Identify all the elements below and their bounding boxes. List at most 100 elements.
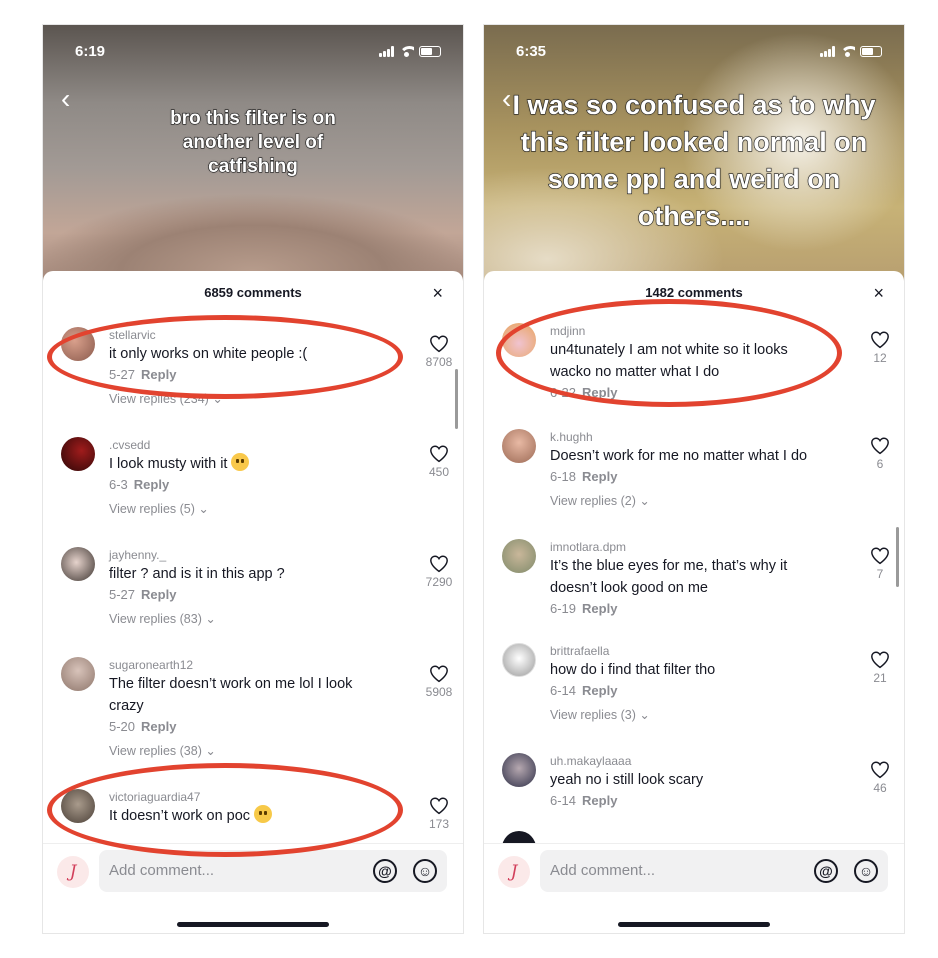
reply-button[interactable]: Reply (141, 719, 176, 734)
video-background[interactable]: 6:35 ‹ I was so confused as to why this … (484, 25, 904, 285)
like-count: 450 (428, 465, 450, 479)
comments-sheet: 6859 comments × stellarvic it only works… (43, 271, 463, 933)
view-replies-button[interactable]: View replies (38) ⌄ (109, 739, 383, 763)
avatar[interactable] (502, 429, 536, 463)
like-button[interactable]: 173 (421, 797, 457, 832)
comment-item: k.hughh Doesn’t work for me no matter wh… (484, 429, 904, 513)
upside-down-emoji-icon (254, 805, 273, 823)
add-comment-placeholder: Add comment... (109, 862, 215, 879)
video-caption: bro this filter is on another level of c… (170, 107, 337, 177)
like-button[interactable]: 7290 (421, 555, 457, 590)
view-replies-button[interactable]: View replies (2) ⌄ (550, 489, 824, 513)
video-caption: I was so confused as to why this filter … (512, 89, 876, 231)
like-count: 46 (873, 781, 887, 795)
reply-button[interactable]: Reply (582, 601, 617, 616)
like-button[interactable]: 5908 (421, 665, 457, 700)
comment-item: .cvsedd I look musty with it 6-3 Reply Vi… (43, 437, 463, 521)
heart-icon (430, 665, 448, 683)
avatar[interactable] (502, 539, 536, 573)
like-button[interactable]: 8708 (421, 335, 457, 370)
comment-item: jayhenny._ filter ? and is it in this ap… (43, 547, 463, 631)
comment-date: 6-14 (550, 793, 577, 808)
like-button[interactable]: 7 (862, 547, 898, 582)
comment-item: victoriaguardia47 It doesn’t work on poc… (43, 789, 463, 831)
battery-icon (860, 46, 882, 57)
view-replies-button[interactable]: View replies (3) ⌄ (550, 703, 824, 727)
comments-list[interactable]: mdjinn un4tunately I am not white so it … (484, 315, 904, 843)
comment-date: 6-22 (550, 385, 577, 400)
avatar[interactable] (502, 643, 536, 677)
comment-username[interactable]: victoriaguardia47 (109, 789, 383, 805)
comment-username[interactable]: mdjinn (550, 323, 824, 339)
comment-username[interactable]: jayhenny._ (109, 547, 383, 563)
home-indicator (177, 922, 329, 927)
crying-emoji-icon (231, 453, 250, 471)
avatar[interactable] (61, 547, 95, 581)
status-bar: 6:19 (43, 43, 463, 63)
close-icon[interactable]: × (873, 271, 884, 315)
like-count: 7 (876, 567, 884, 581)
avatar[interactable] (502, 831, 536, 843)
like-button[interactable]: 12 (862, 331, 898, 366)
comment-date: 6-18 (550, 469, 577, 484)
comment-item: stellarvic it only works on white people… (43, 327, 463, 411)
add-comment-input[interactable]: Add comment... @ ☺ (99, 850, 447, 892)
heart-icon (430, 797, 448, 815)
close-icon[interactable]: × (432, 271, 443, 315)
reply-button[interactable]: Reply (141, 367, 176, 382)
like-button[interactable]: 21 (862, 651, 898, 686)
signal-icon (379, 46, 394, 57)
comment-username[interactable]: uh.makaylaaaa (550, 753, 824, 769)
add-comment-input[interactable]: Add comment... @ ☺ (540, 850, 888, 892)
comment-username[interactable]: imnotlara.dpm (550, 539, 824, 555)
avatar[interactable] (502, 323, 536, 357)
reply-button[interactable]: Reply (141, 587, 176, 602)
avatar[interactable] (61, 789, 95, 823)
avatar[interactable] (61, 437, 95, 471)
status-bar: 6:35 (484, 43, 904, 63)
comments-list[interactable]: stellarvic it only works on white people… (43, 315, 463, 843)
comment-username[interactable]: brittrafaella (550, 643, 824, 659)
view-replies-button[interactable]: View replies (234) ⌄ (109, 387, 383, 411)
add-comment-placeholder: Add comment... (550, 862, 656, 879)
avatar[interactable] (61, 657, 95, 691)
heart-icon (871, 437, 889, 455)
avatar[interactable] (61, 327, 95, 361)
comment-date: 5-27 (109, 587, 136, 602)
comment-composer: J Add comment... @ ☺ (484, 843, 904, 933)
view-replies-button[interactable]: View replies (83) ⌄ (109, 607, 383, 631)
reply-button[interactable]: Reply (134, 477, 169, 492)
reply-button[interactable]: Reply (582, 385, 617, 400)
view-replies-button[interactable]: View replies (5) ⌄ (109, 497, 383, 521)
like-count: 6 (876, 457, 884, 471)
comment-text: I look musty with it (109, 456, 228, 472)
reply-button[interactable]: Reply (582, 793, 617, 808)
comment-date: 6-3 (109, 477, 128, 492)
comment-username[interactable]: k.hughh (550, 429, 824, 445)
comment-username[interactable]: stellarvic (109, 327, 383, 343)
emoji-picker-icon[interactable]: ☺ (854, 859, 878, 883)
comment-username[interactable]: .cvsedd (109, 437, 383, 453)
comment-item: imnotlara.dpm It’s the blue eyes for me,… (484, 539, 904, 619)
reply-button[interactable]: Reply (582, 683, 617, 698)
reply-button[interactable]: Reply (582, 469, 617, 484)
like-button[interactable]: 6 (862, 437, 898, 472)
user-avatar[interactable]: J (498, 856, 530, 888)
mention-icon[interactable]: @ (373, 859, 397, 883)
comment-item: uh.makaylaaaa yeah no i still look scary… (484, 753, 904, 811)
comments-header: 1482 comments × (484, 271, 904, 315)
like-button[interactable]: 450 (421, 445, 457, 480)
like-count: 5908 (425, 685, 453, 699)
heart-icon (430, 555, 448, 573)
status-time: 6:19 (75, 43, 106, 60)
user-avatar[interactable]: J (57, 856, 89, 888)
comment-username[interactable]: sugaronearth12 (109, 657, 383, 673)
video-background[interactable]: 6:19 ‹ bro this filter is on another lev… (43, 25, 463, 285)
mention-icon[interactable]: @ (814, 859, 838, 883)
emoji-picker-icon[interactable]: ☺ (413, 859, 437, 883)
comment-date: 5-27 (109, 367, 136, 382)
comment-text: it only works on white people :( (109, 346, 308, 362)
avatar[interactable] (502, 753, 536, 787)
like-button[interactable]: 46 (862, 761, 898, 796)
heart-icon (871, 547, 889, 565)
